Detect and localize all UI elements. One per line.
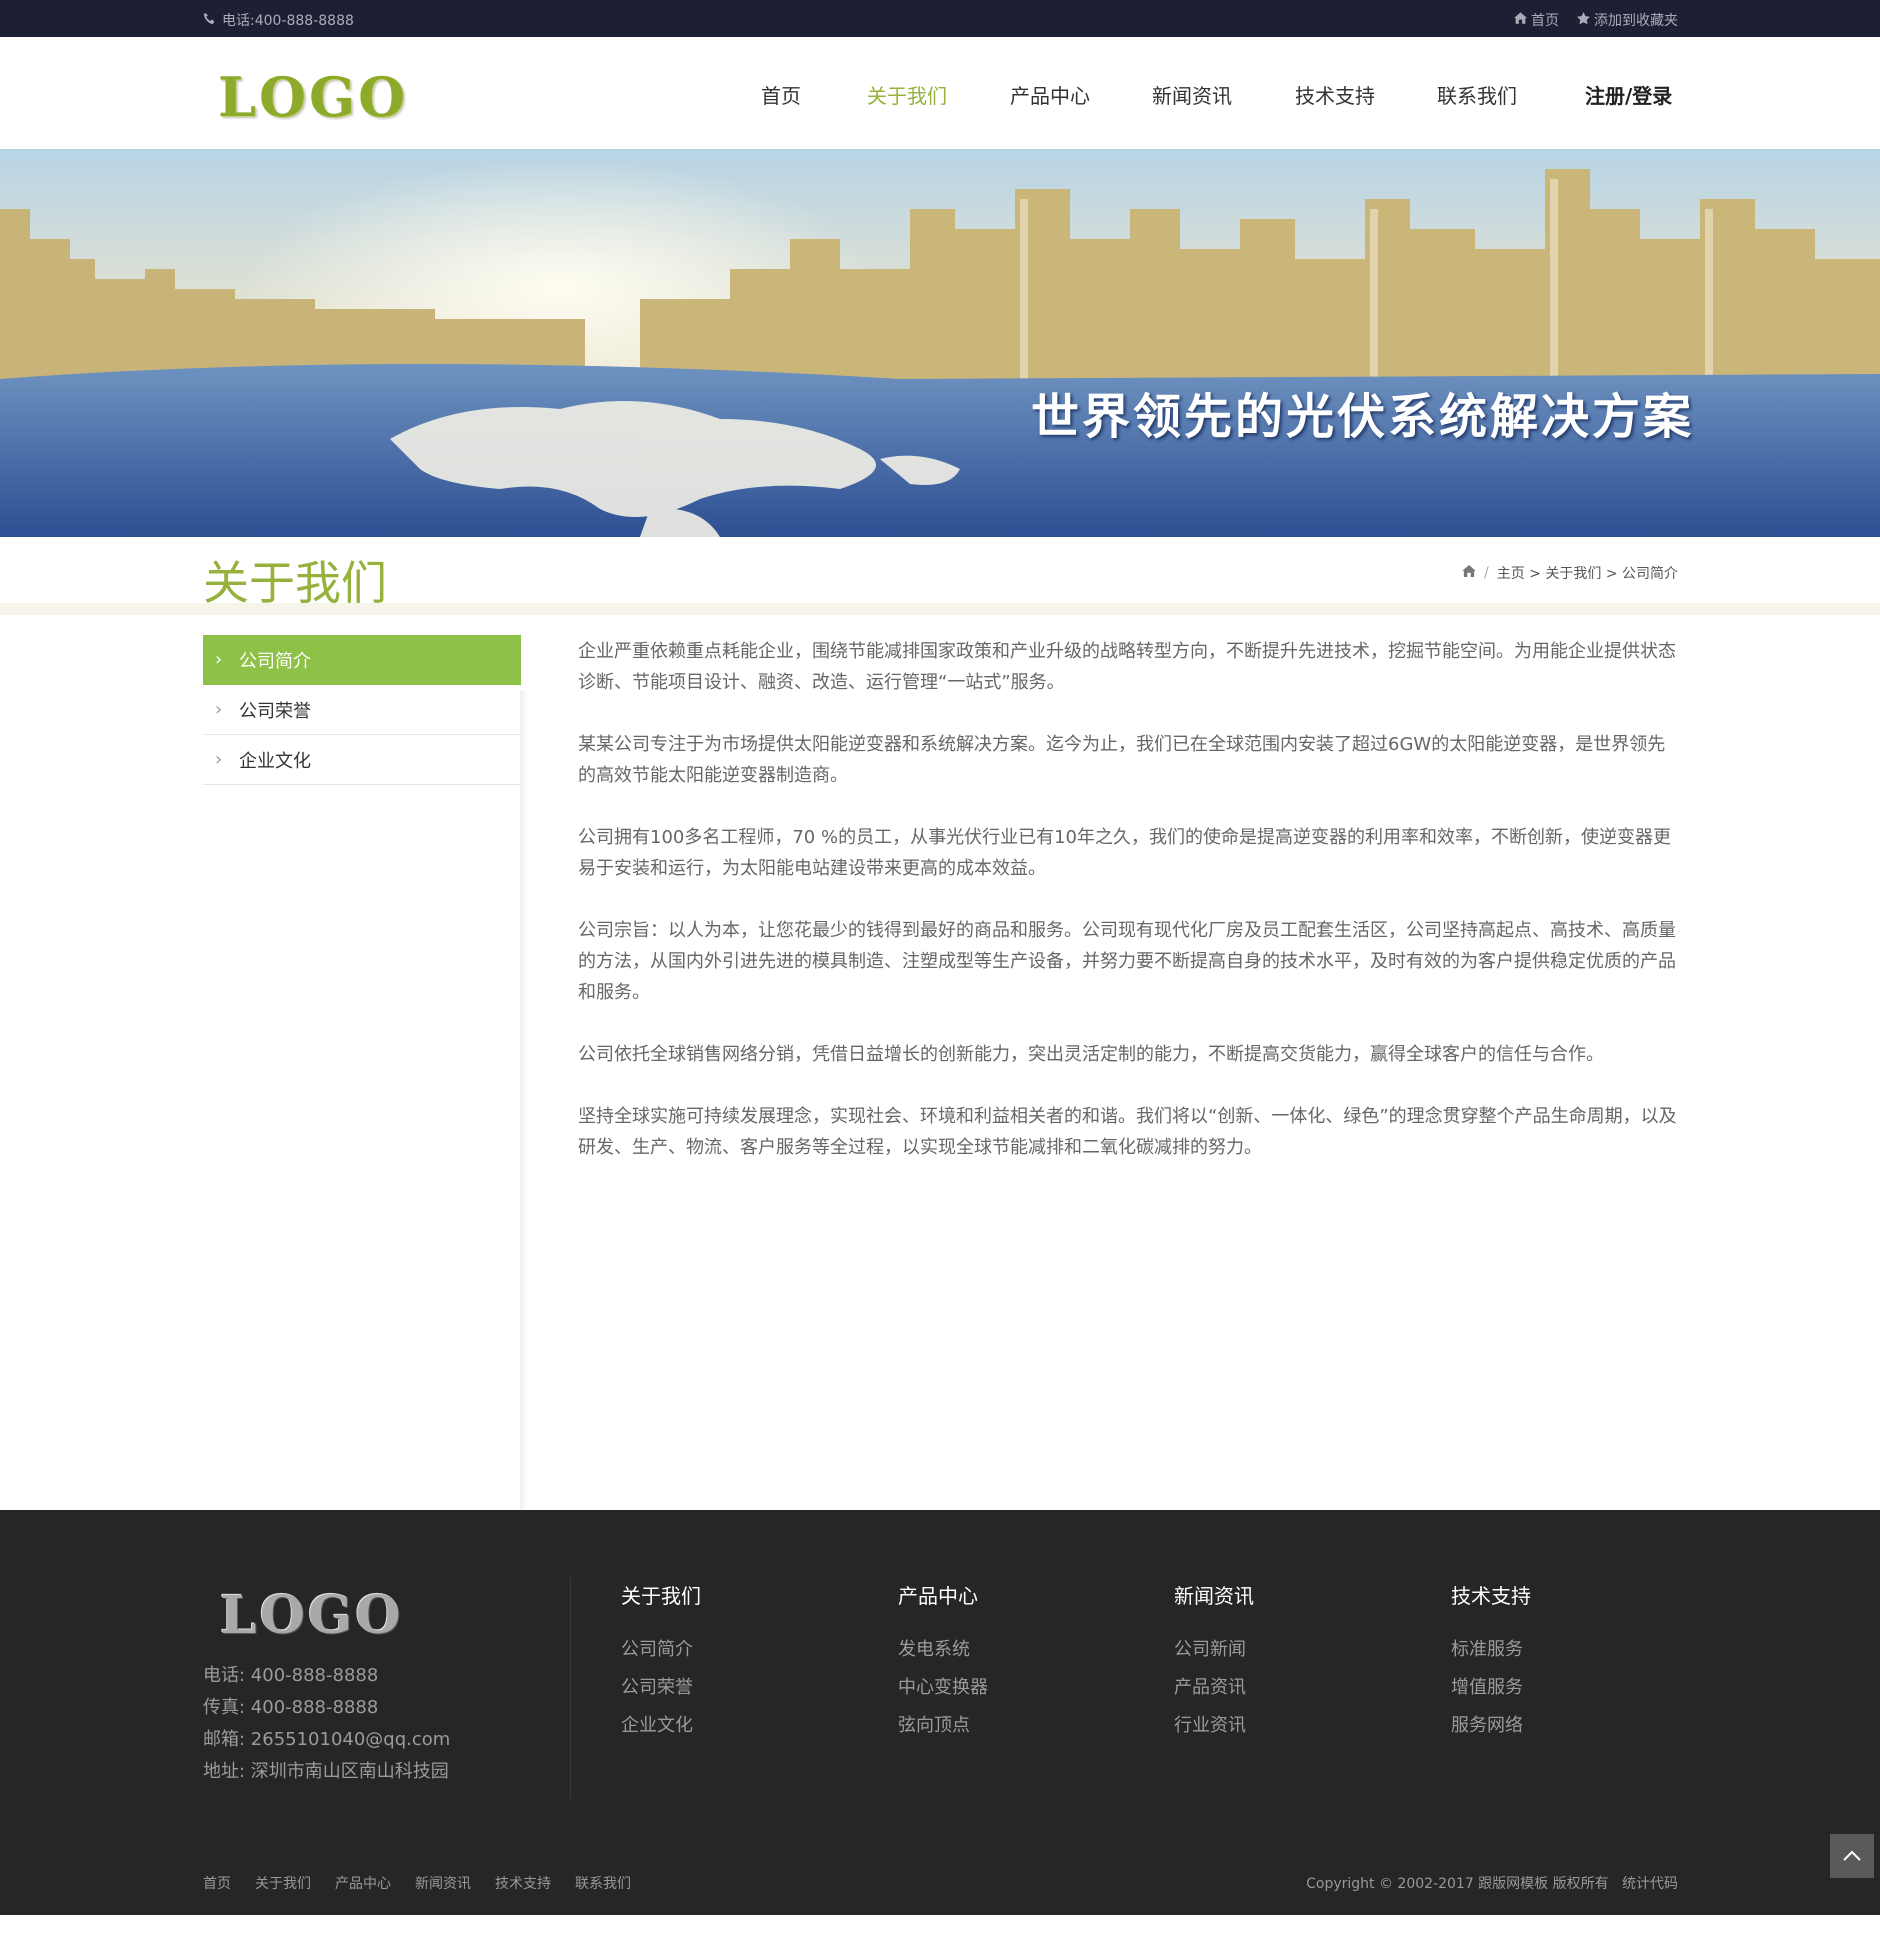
breadcrumb-home-icon[interactable]: [1462, 565, 1476, 581]
footer-column-about: 关于我们 公司简介 公司荣誉 企业文化: [621, 1580, 701, 1745]
banner-image: [0, 149, 1880, 537]
phone-icon: [203, 12, 216, 29]
content-paragraph: 某某公司专注于为市场提供太阳能逆变器和系统解决方案。迄今为止，我们已在全球范围内…: [578, 734, 1666, 786]
main-nav: 首页 关于我们 产品中心 新闻资讯 技术支持 联系我们 注册/登录: [0, 80, 1880, 110]
home-icon: [1514, 12, 1527, 28]
footer-column-news: 新闻资讯 公司新闻 产品资讯 行业资讯: [1174, 1580, 1254, 1745]
breadcrumb-path[interactable]: 主页 > 关于我们 > 公司简介: [1497, 563, 1678, 583]
footer-link[interactable]: 增值服务: [1451, 1669, 1531, 1707]
chevron-right-icon: ›: [215, 699, 223, 720]
content-paragraph: 坚持全球实施可持续发展理念，实现社会、环境和利益相关者的和谐。我们将以“创新、一…: [578, 1106, 1677, 1158]
sidebar-divider: [520, 690, 528, 1510]
nav-item-contact[interactable]: 联系我们: [1437, 80, 1517, 109]
nav-item-news[interactable]: 新闻资讯: [1152, 80, 1232, 109]
top-phone-text: 电话:400-888-8888: [222, 13, 354, 29]
nav-item-products[interactable]: 产品中心: [1010, 80, 1090, 109]
top-bookmark-label: 添加到收藏夹: [1594, 13, 1678, 29]
page-title-strip: 关于我们 / 主页 > 关于我们 > 公司简介: [0, 537, 1880, 615]
footer-fax: 传真: 400-888-8888: [203, 1697, 379, 1718]
hero-banner: 世界领先的光伏系统解决方案: [0, 149, 1880, 537]
sidebar-item-label: 公司简介: [239, 650, 311, 672]
top-bar: 电话:400-888-8888 首页 添加到收藏夹: [0, 0, 1880, 37]
footer-bottom-link-support[interactable]: 技术支持: [495, 1873, 551, 1893]
footer-column-support: 技术支持 标准服务 增值服务 服务网络: [1451, 1580, 1531, 1745]
footer-divider: [570, 1578, 571, 1798]
chevron-right-icon: ›: [215, 649, 223, 670]
top-home-link[interactable]: 首页: [1514, 10, 1559, 30]
site-header: LOGO 首页 关于我们 产品中心 新闻资讯 技术支持 联系我们 注册/登录: [0, 37, 1880, 149]
footer-bottom-link-news[interactable]: 新闻资讯: [415, 1873, 471, 1893]
footer-column-title: 技术支持: [1451, 1584, 1531, 1608]
back-to-top-button[interactable]: [1830, 1834, 1874, 1878]
footer-address: 地址: 深圳市南山区南山科技园: [203, 1761, 449, 1782]
footer-link[interactable]: 企业文化: [621, 1707, 701, 1745]
sidebar-item-label: 公司荣誉: [239, 700, 311, 722]
content-paragraph: 公司宗旨：以人为本，让您花最少的钱得到最好的商品和服务。公司现有现代化厂房及员工…: [578, 920, 1676, 1003]
chevron-right-icon: ›: [215, 749, 223, 770]
nav-login-link[interactable]: 注册/登录: [1585, 80, 1672, 109]
footer-column-products: 产品中心 发电系统 中心变换器 弦向顶点: [898, 1580, 988, 1745]
stats-code-link[interactable]: 统计代码: [1622, 1876, 1678, 1892]
content-paragraph: 公司依托全球销售网络分销，凭借日益增长的创新能力，突出灵活定制的能力，不断提高交…: [578, 1044, 1604, 1065]
footer-bottom: 首页 关于我们 产品中心 新闻资讯 技术支持 联系我们 Copyright © …: [203, 1873, 1678, 1893]
footer-column-title: 新闻资讯: [1174, 1584, 1254, 1608]
content-paragraph: 企业严重依赖重点耗能企业，围绕节能减排国家政策和产业升级的战略转型方向，不断提升…: [578, 641, 1676, 693]
nav-item-home[interactable]: 首页: [761, 80, 801, 109]
footer-bottom-link-products[interactable]: 产品中心: [335, 1873, 391, 1893]
sidebar-item-profile[interactable]: › 公司简介: [203, 635, 521, 685]
sidebar: › 公司简介 › 公司荣誉 › 企业文化: [203, 635, 521, 785]
footer-link[interactable]: 中心变换器: [898, 1669, 988, 1707]
nav-item-about[interactable]: 关于我们: [867, 80, 947, 109]
breadcrumb-separator: /: [1484, 565, 1489, 581]
sidebar-item-honors[interactable]: › 公司荣誉: [203, 685, 521, 735]
content-paragraph: 公司拥有100多名工程师，70 %的员工，从事光伏行业已有10年之久，我们的使命…: [578, 827, 1671, 879]
footer-column-title: 关于我们: [621, 1584, 701, 1608]
site-footer: LOGO 电话: 400-888-8888 传真: 400-888-8888 邮…: [0, 1510, 1880, 1915]
star-icon: [1577, 11, 1590, 29]
footer-link[interactable]: 弦向顶点: [898, 1707, 988, 1745]
copyright-text: Copyright © 2002-2017 跟版网模板 版权所有: [1306, 1876, 1609, 1892]
footer-link[interactable]: 公司简介: [621, 1631, 701, 1669]
chevron-up-icon: [1842, 1847, 1862, 1866]
footer-copyright: Copyright © 2002-2017 跟版网模板 版权所有 统计代码: [1306, 1873, 1678, 1893]
top-links: 首页 添加到收藏夹: [1514, 10, 1678, 30]
footer-link[interactable]: 行业资讯: [1174, 1707, 1254, 1745]
nav-item-support[interactable]: 技术支持: [1295, 80, 1375, 109]
footer-logo[interactable]: LOGO: [220, 1585, 404, 1646]
footer-link[interactable]: 公司新闻: [1174, 1631, 1254, 1669]
footer-email: 邮箱: 2655101040@qq.com: [203, 1729, 451, 1750]
sidebar-item-culture[interactable]: › 企业文化: [203, 735, 521, 785]
top-bookmark-link[interactable]: 添加到收藏夹: [1577, 10, 1678, 30]
footer-phone: 电话: 400-888-8888: [203, 1665, 379, 1686]
footer-link[interactable]: 公司荣誉: [621, 1669, 701, 1707]
top-bar-inner: 电话:400-888-8888 首页 添加到收藏夹: [203, 0, 1678, 37]
sidebar-item-label: 企业文化: [239, 750, 311, 772]
footer-bottom-link-contact[interactable]: 联系我们: [575, 1873, 631, 1893]
footer-link[interactable]: 发电系统: [898, 1631, 988, 1669]
footer-link[interactable]: 服务网络: [1451, 1707, 1531, 1745]
footer-column-title: 产品中心: [898, 1584, 978, 1608]
main-content: 企业严重依赖重点耗能企业，围绕节能减排国家政策和产业升级的战略转型方向，不断提升…: [578, 636, 1678, 1194]
footer-bottom-link-home[interactable]: 首页: [203, 1873, 231, 1893]
footer-link[interactable]: 标准服务: [1451, 1631, 1531, 1669]
top-phone: 电话:400-888-8888: [203, 10, 354, 30]
top-home-label: 首页: [1531, 13, 1559, 29]
banner-slogan: 世界领先的光伏系统解决方案: [1030, 389, 1694, 445]
breadcrumb: / 主页 > 关于我们 > 公司简介: [1462, 563, 1678, 583]
footer-bottom-link-about[interactable]: 关于我们: [255, 1873, 311, 1893]
footer-link[interactable]: 产品资讯: [1174, 1669, 1254, 1707]
page-title: 关于我们: [203, 556, 387, 610]
footer-contact: 电话: 400-888-8888 传真: 400-888-8888 邮箱: 26…: [203, 1660, 450, 1788]
